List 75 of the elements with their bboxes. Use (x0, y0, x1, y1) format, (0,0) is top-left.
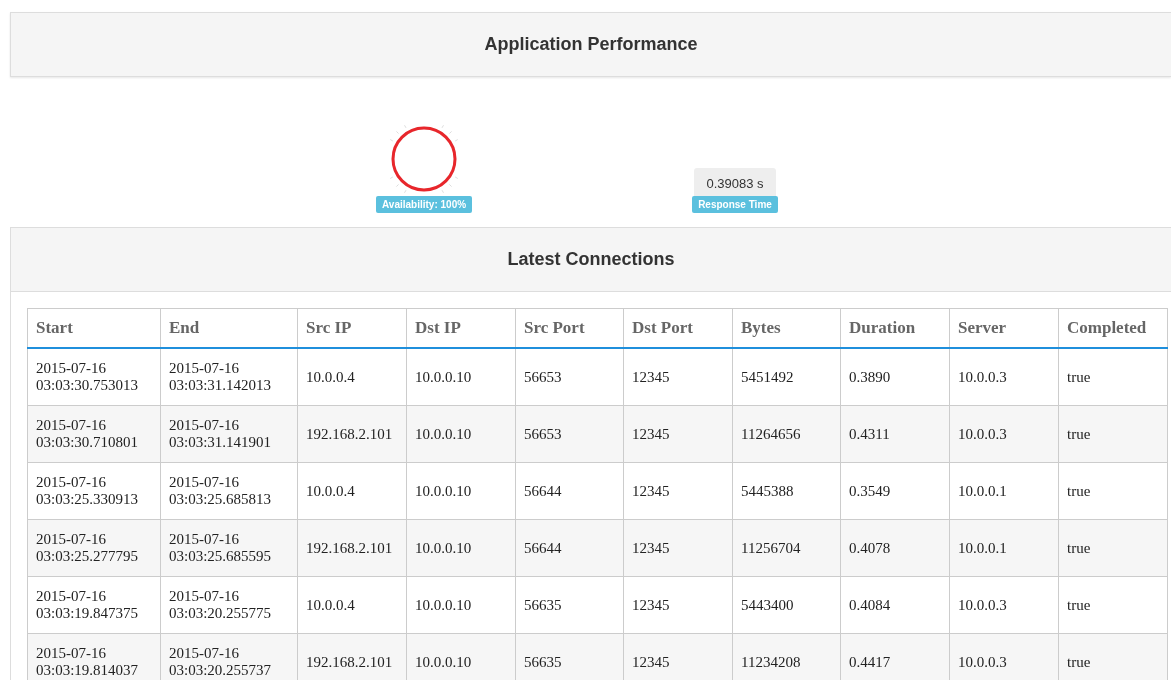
table-cell: 0.4084 (840, 576, 950, 634)
panel-title: Application Performance (484, 34, 698, 55)
table-cell: 192.168.2.101 (297, 519, 407, 577)
table-cell: 10.0.0.3 (949, 576, 1059, 634)
table-cell: 56635 (515, 576, 624, 634)
table-cell: 10.0.0.10 (406, 348, 516, 406)
table-cell: 12345 (623, 405, 733, 463)
table-cell: 10.0.0.10 (406, 633, 516, 680)
table-cell: true (1058, 576, 1168, 634)
table-cell: 11256704 (732, 519, 841, 577)
table-cell: 5443400 (732, 576, 841, 634)
table-cell: 12345 (623, 633, 733, 680)
table-cell: 56644 (515, 462, 624, 520)
response-time-value: 0.39083 s (694, 168, 776, 196)
table-cell: 11234208 (732, 633, 841, 680)
table-cell: true (1058, 405, 1168, 463)
table-cell: 10.0.0.1 (949, 519, 1059, 577)
column-header: Start (27, 308, 161, 348)
table-cell: 2015-07-16 03:03:25.685813 (160, 462, 298, 520)
table-cell: 0.3549 (840, 462, 950, 520)
table-cell: 2015-07-16 03:03:20.255737 (160, 633, 298, 680)
table-cell: 2015-07-16 03:03:31.141901 (160, 405, 298, 463)
response-time-label: Response Time (692, 196, 778, 213)
table-cell: 2015-07-16 03:03:25.277795 (27, 519, 161, 577)
column-header: Dst IP (406, 308, 516, 348)
column-header: Dst Port (623, 308, 733, 348)
table-cell: 5445388 (732, 462, 841, 520)
table-cell: 10.0.0.4 (297, 348, 407, 406)
table-cell: 2015-07-16 03:03:30.753013 (27, 348, 161, 406)
column-header: Src IP (297, 308, 407, 348)
column-header: Server (949, 308, 1059, 348)
table-cell: 10.0.0.10 (406, 519, 516, 577)
table-cell: true (1058, 462, 1168, 520)
table-cell: 2015-07-16 03:03:25.330913 (27, 462, 161, 520)
table-cell: 2015-07-16 03:03:19.814037 (27, 633, 161, 680)
table-cell: 0.4417 (840, 633, 950, 680)
table-cell: 192.168.2.101 (297, 405, 407, 463)
table-cell: 2015-07-16 03:03:31.142013 (160, 348, 298, 406)
column-header: End (160, 308, 298, 348)
table-cell: true (1058, 348, 1168, 406)
table-cell: 12345 (623, 462, 733, 520)
table-cell: 10.0.0.1 (949, 462, 1059, 520)
table-cell: 12345 (623, 348, 733, 406)
table-cell: 56644 (515, 519, 624, 577)
table-cell: 0.3890 (840, 348, 950, 406)
availability-label: Availability: 100% (376, 196, 473, 213)
table-cell: 12345 (623, 576, 733, 634)
table-cell: 5451492 (732, 348, 841, 406)
table-cell: 10.0.0.10 (406, 462, 516, 520)
table-cell: 2015-07-16 03:03:20.255775 (160, 576, 298, 634)
table-cell: 10.0.0.4 (297, 462, 407, 520)
table-cell: 12345 (623, 519, 733, 577)
table-cell: 10.0.0.10 (406, 405, 516, 463)
panel-title: Latest Connections (507, 249, 675, 270)
table-cell: 2015-07-16 03:03:19.847375 (27, 576, 161, 634)
table-cell: 2015-07-16 03:03:25.685595 (160, 519, 298, 577)
table-cell: 56653 (515, 405, 624, 463)
table-cell: 2015-07-16 03:03:30.710801 (27, 405, 161, 463)
table-cell: 10.0.0.3 (949, 633, 1059, 680)
column-header: Bytes (732, 308, 841, 348)
column-header: Src Port (515, 308, 624, 348)
table-cell: 10.0.0.10 (406, 576, 516, 634)
column-header: Duration (840, 308, 950, 348)
table-cell: 10.0.0.3 (949, 348, 1059, 406)
table-cell: 0.4311 (840, 405, 950, 463)
table-cell: 192.168.2.101 (297, 633, 407, 680)
column-header: Completed (1058, 308, 1168, 348)
table-cell: 10.0.0.3 (949, 405, 1059, 463)
table-cell: 11264656 (732, 405, 841, 463)
table-cell: 56653 (515, 348, 624, 406)
table-cell: 56635 (515, 633, 624, 680)
table-cell: 10.0.0.4 (297, 576, 407, 634)
table-cell: true (1058, 519, 1168, 577)
table-cell: 0.4078 (840, 519, 950, 577)
table-cell: true (1058, 633, 1168, 680)
